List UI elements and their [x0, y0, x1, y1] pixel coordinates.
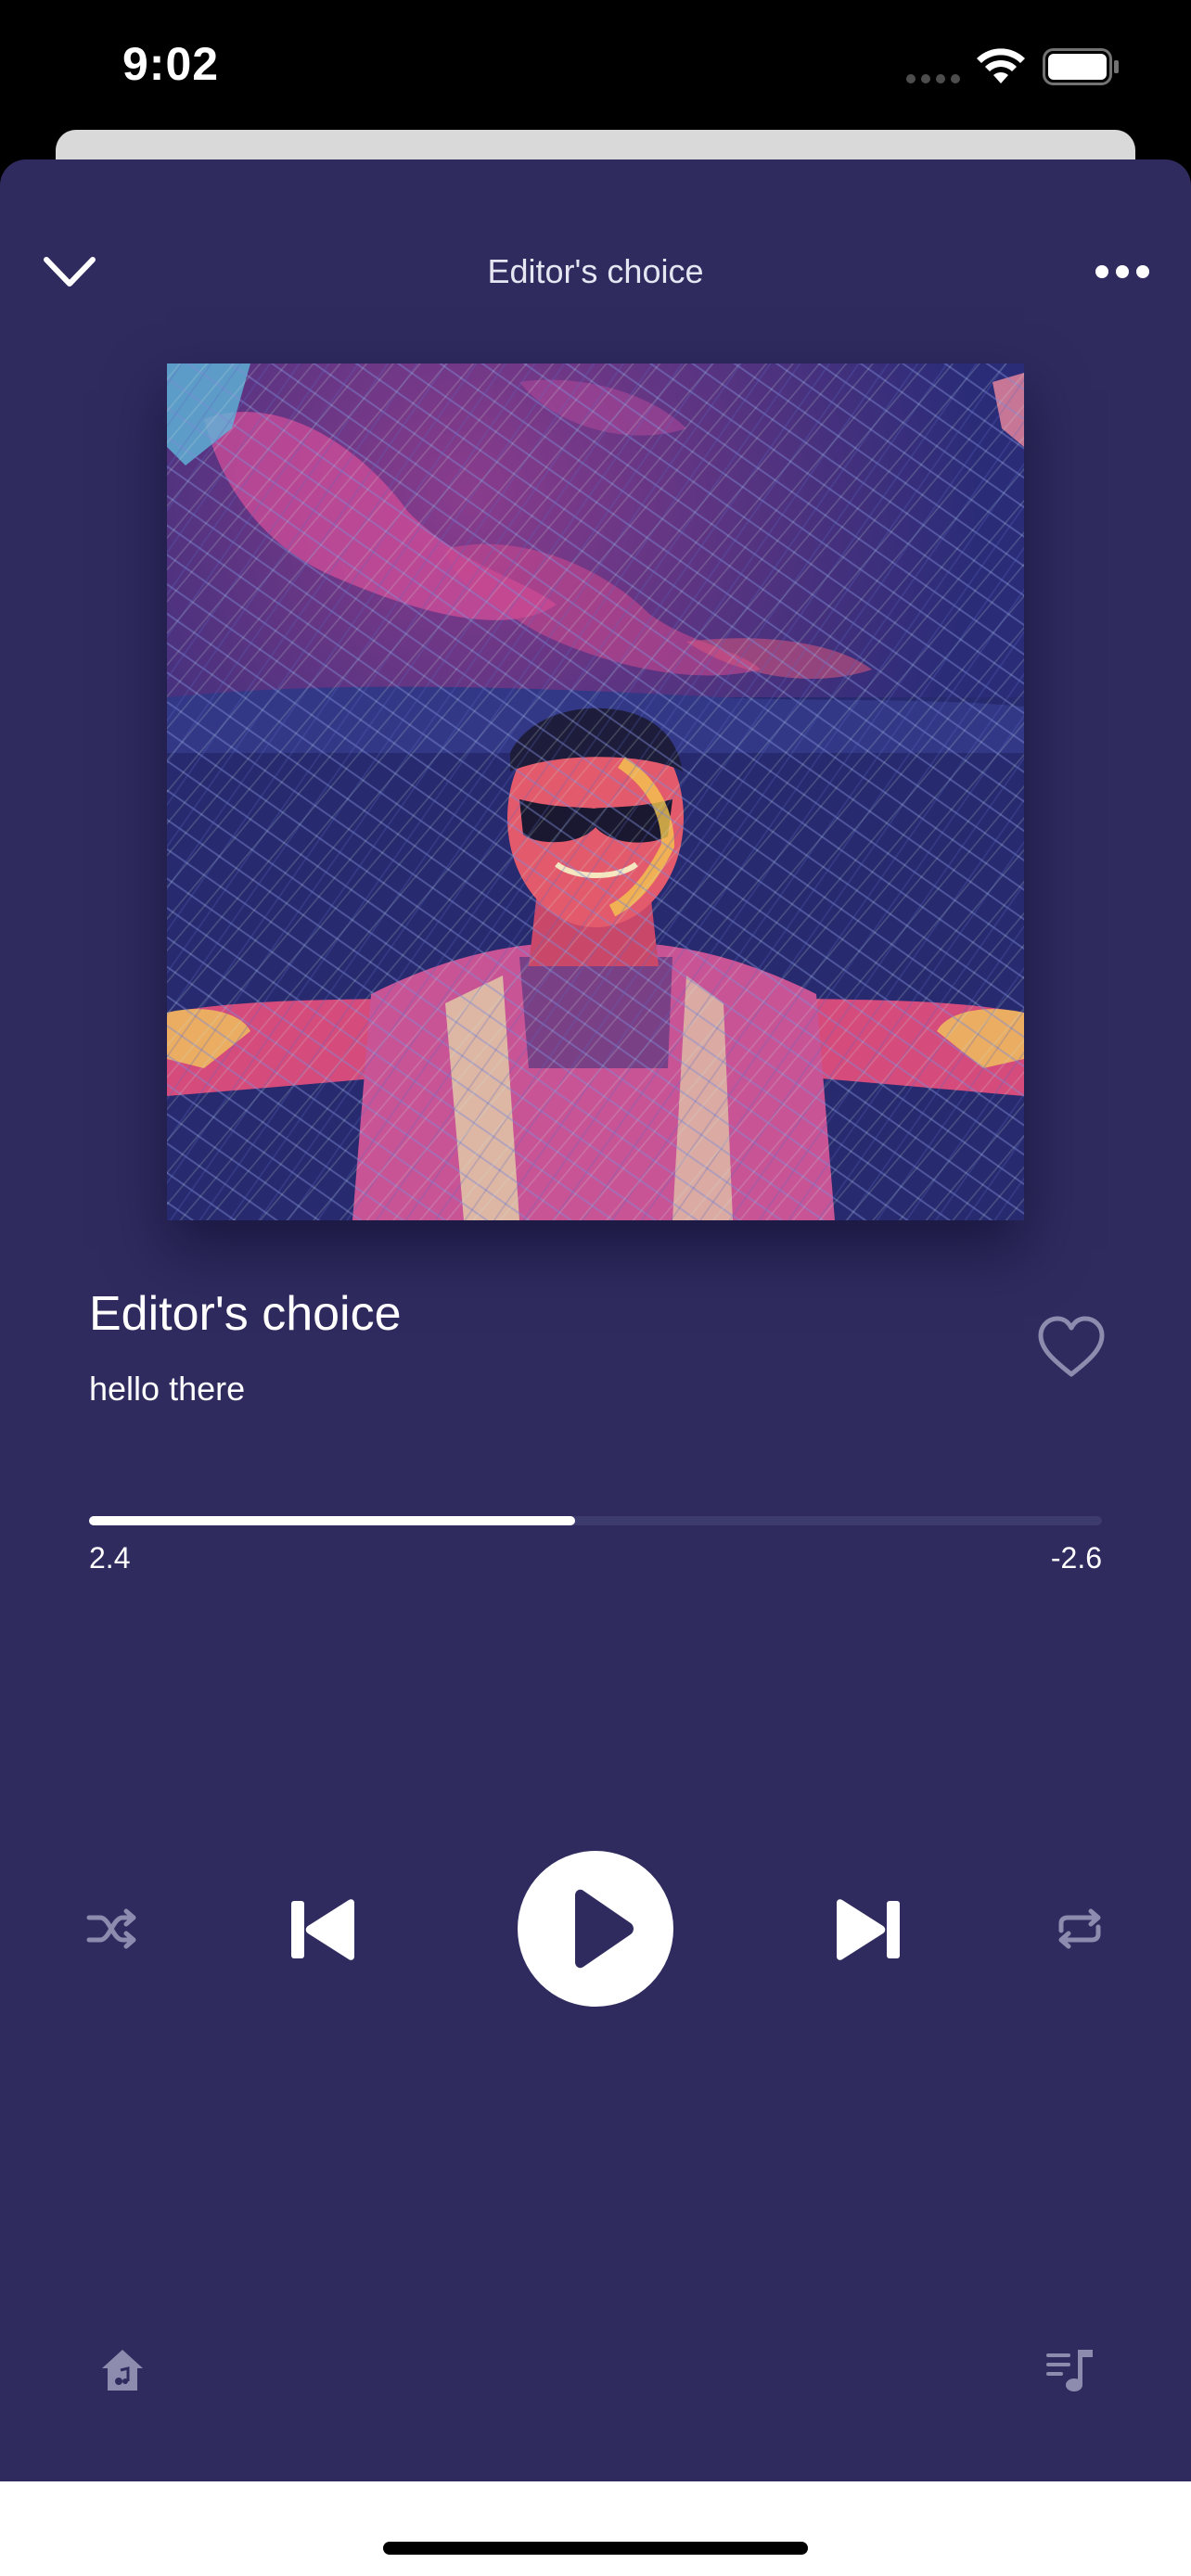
status-time: 9:02 — [122, 38, 220, 90]
time-elapsed: 2.4 — [89, 1541, 131, 1575]
cellular-signal-icon — [906, 74, 960, 83]
header-title: Editor's choice — [487, 252, 704, 290]
queue-music-icon[interactable] — [1044, 2344, 1096, 2396]
skip-previous-icon[interactable] — [288, 1897, 362, 1962]
now-playing-sheet: Editor's choice Editor's choice hello th… — [0, 159, 1191, 2481]
wifi-icon — [977, 48, 1025, 83]
more-horizontal-icon[interactable] — [1085, 249, 1159, 295]
track-title: Editor's choice — [89, 1287, 402, 1341]
progress-fill — [89, 1516, 576, 1525]
player-header: Editor's choice — [0, 159, 1191, 391]
track-artist: hello there — [89, 1370, 246, 1408]
repeat-icon[interactable] — [1054, 1903, 1106, 1955]
play-button[interactable] — [518, 1851, 673, 2007]
home-indicator[interactable] — [383, 2542, 808, 2555]
battery-icon — [1043, 48, 1119, 85]
status-bar: 9:02 — [0, 0, 1191, 130]
progress-slider[interactable] — [89, 1516, 1102, 1525]
heart-outline-icon[interactable] — [1033, 1309, 1109, 1385]
skip-next-icon[interactable] — [829, 1897, 903, 1962]
time-remaining: -2.6 — [1050, 1541, 1102, 1575]
album-artwork — [167, 363, 1024, 1220]
play-icon — [575, 1889, 634, 1969]
shuffle-icon[interactable] — [85, 1903, 137, 1955]
home-music-icon[interactable] — [98, 2346, 147, 2394]
bottom-safe-area — [0, 2481, 1191, 2576]
